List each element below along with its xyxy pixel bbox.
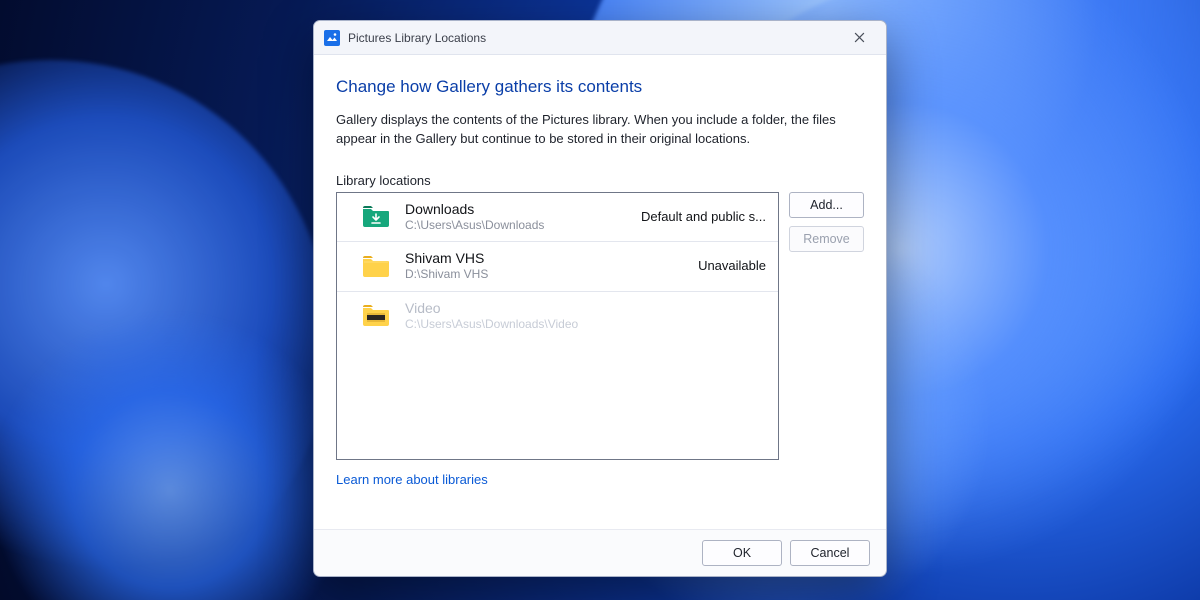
video-folder-icon (361, 302, 391, 328)
library-locations-dialog: Pictures Library Locations Change how Ga… (313, 20, 887, 577)
content-description: Gallery displays the contents of the Pic… (336, 111, 836, 149)
close-button[interactable] (842, 21, 876, 55)
location-name: Downloads (405, 201, 631, 217)
location-path: C:\Users\Asus\Downloads (405, 218, 631, 232)
location-item[interactable]: DownloadsC:\Users\Asus\Downloads Default … (337, 193, 778, 242)
content-heading: Change how Gallery gathers its contents (336, 77, 864, 97)
yellow-folder-icon (361, 253, 391, 279)
close-icon (854, 32, 865, 43)
learn-more-link[interactable]: Learn more about libraries (336, 472, 488, 487)
remove-button: Remove (789, 226, 864, 252)
dialog-content: Change how Gallery gathers its contents … (314, 55, 886, 529)
location-path: D:\Shivam VHS (405, 267, 688, 281)
photos-app-icon (324, 30, 340, 46)
location-status: Unavailable (698, 258, 766, 273)
location-text: DownloadsC:\Users\Asus\Downloads (405, 201, 631, 232)
library-locations-listbox[interactable]: DownloadsC:\Users\Asus\Downloads Default … (336, 192, 779, 460)
location-status: Default and public s... (641, 209, 766, 224)
download-folder-icon (361, 203, 391, 229)
location-text: Shivam VHSD:\Shivam VHS (405, 250, 688, 281)
location-item[interactable]: Shivam VHSD:\Shivam VHS Unavailable (337, 242, 778, 291)
location-item[interactable]: VideoC:\Users\Asus\Downloads\Video (337, 292, 778, 340)
dialog-footer: OK Cancel (314, 529, 886, 576)
library-locations-label: Library locations (336, 173, 864, 188)
dialog-title: Pictures Library Locations (348, 31, 486, 45)
cancel-button[interactable]: Cancel (790, 540, 870, 566)
location-name: Video (405, 300, 766, 316)
location-text: VideoC:\Users\Asus\Downloads\Video (405, 300, 766, 331)
location-path: C:\Users\Asus\Downloads\Video (405, 317, 766, 331)
ok-button[interactable]: OK (702, 540, 782, 566)
titlebar: Pictures Library Locations (314, 21, 886, 55)
add-button[interactable]: Add... (789, 192, 864, 218)
location-name: Shivam VHS (405, 250, 688, 266)
